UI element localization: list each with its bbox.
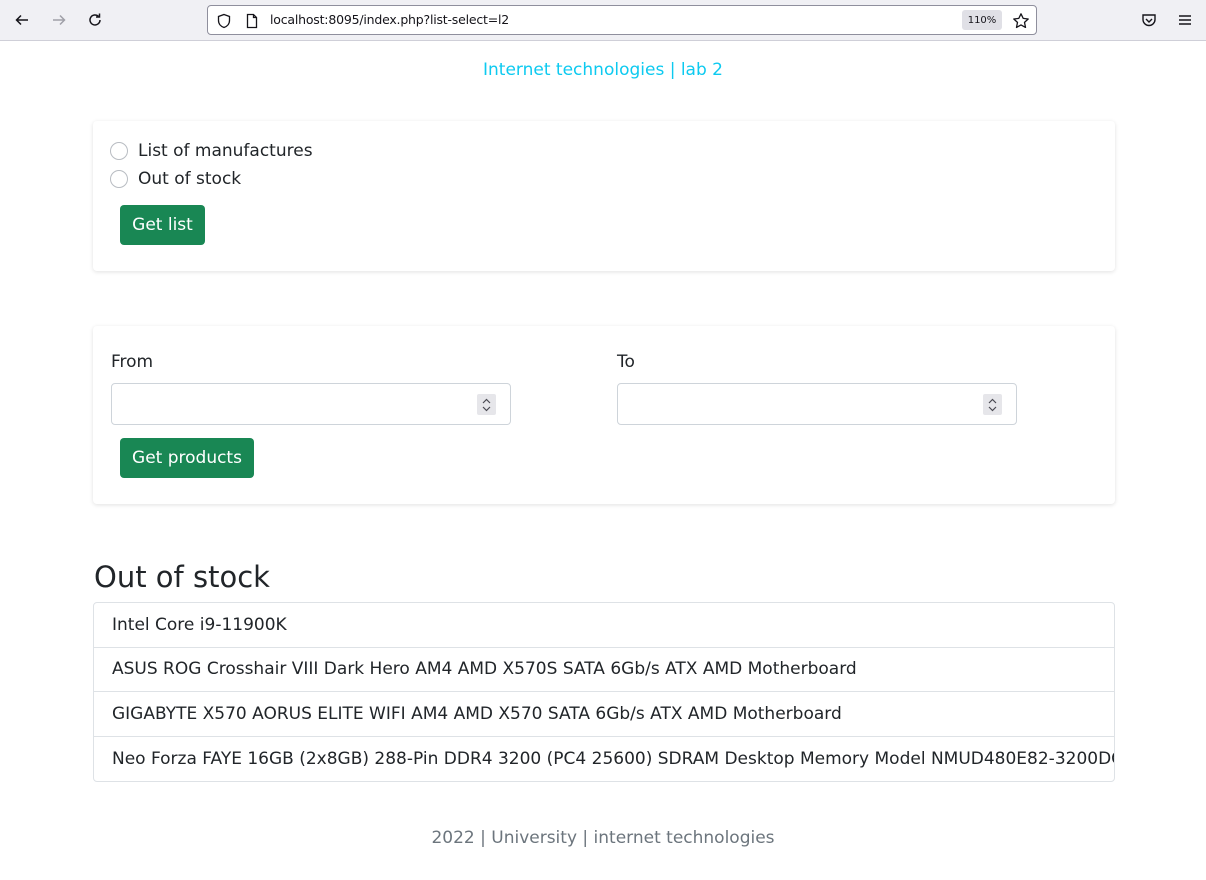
menu-icon[interactable] bbox=[1171, 6, 1199, 34]
footer-text: 2022 | University | internet technologie… bbox=[431, 828, 775, 848]
zoom-badge[interactable]: 110% bbox=[962, 10, 1002, 30]
radio-label[interactable]: Out of stock bbox=[138, 169, 241, 189]
from-number-input[interactable] bbox=[111, 383, 511, 425]
page-icon[interactable] bbox=[244, 13, 260, 29]
pocket-icon[interactable] bbox=[1135, 6, 1163, 34]
radio-option-out-of-stock[interactable]: Out of stock bbox=[110, 169, 241, 189]
browser-toolbar: localhost:8095/index.php?list-select=l2 … bbox=[0, 0, 1206, 41]
price-range-card: From To Get products bbox=[93, 326, 1115, 504]
results-heading: Out of stock bbox=[94, 560, 270, 594]
results-list: Intel Core i9-11900K ASUS ROG Crosshair … bbox=[93, 602, 1115, 782]
forward-arrow-icon[interactable] bbox=[45, 6, 73, 34]
shield-icon[interactable] bbox=[216, 13, 232, 29]
chevron-up-icon[interactable] bbox=[988, 398, 997, 404]
page-title-link[interactable]: Internet technologies | lab 2 bbox=[0, 60, 1206, 80]
get-list-button[interactable]: Get list bbox=[120, 205, 205, 245]
reload-icon[interactable] bbox=[81, 6, 109, 34]
list-select-card: List of manufactures Out of stock Get li… bbox=[93, 121, 1115, 271]
chevron-down-icon[interactable] bbox=[482, 406, 491, 412]
back-arrow-icon[interactable] bbox=[8, 6, 36, 34]
radio-label[interactable]: List of manufactures bbox=[138, 141, 313, 161]
from-label: From bbox=[111, 352, 154, 372]
to-number-input[interactable] bbox=[617, 383, 1017, 425]
chevron-up-icon[interactable] bbox=[482, 398, 491, 404]
radio-button[interactable] bbox=[110, 170, 128, 188]
chevron-down-icon[interactable] bbox=[988, 406, 997, 412]
number-spinner[interactable] bbox=[477, 394, 496, 415]
to-label: To bbox=[617, 352, 635, 372]
list-item: GIGABYTE X570 AORUS ELITE WIFI AM4 AMD X… bbox=[94, 692, 1114, 737]
list-item: Intel Core i9-11900K bbox=[94, 603, 1114, 648]
radio-option-manufactures[interactable]: List of manufactures bbox=[110, 141, 313, 161]
radio-button[interactable] bbox=[110, 142, 128, 160]
url-text[interactable]: localhost:8095/index.php?list-select=l2 bbox=[270, 12, 509, 27]
address-bar[interactable]: localhost:8095/index.php?list-select=l2 … bbox=[207, 5, 1037, 35]
list-item: Neo Forza FAYE 16GB (2x8GB) 288-Pin DDR4… bbox=[112, 748, 1114, 769]
number-spinner[interactable] bbox=[983, 394, 1002, 415]
list-item: ASUS ROG Crosshair VIII Dark Hero AM4 AM… bbox=[94, 648, 1114, 692]
bookmark-star-icon[interactable] bbox=[1012, 12, 1030, 30]
get-products-button[interactable]: Get products bbox=[120, 438, 254, 478]
